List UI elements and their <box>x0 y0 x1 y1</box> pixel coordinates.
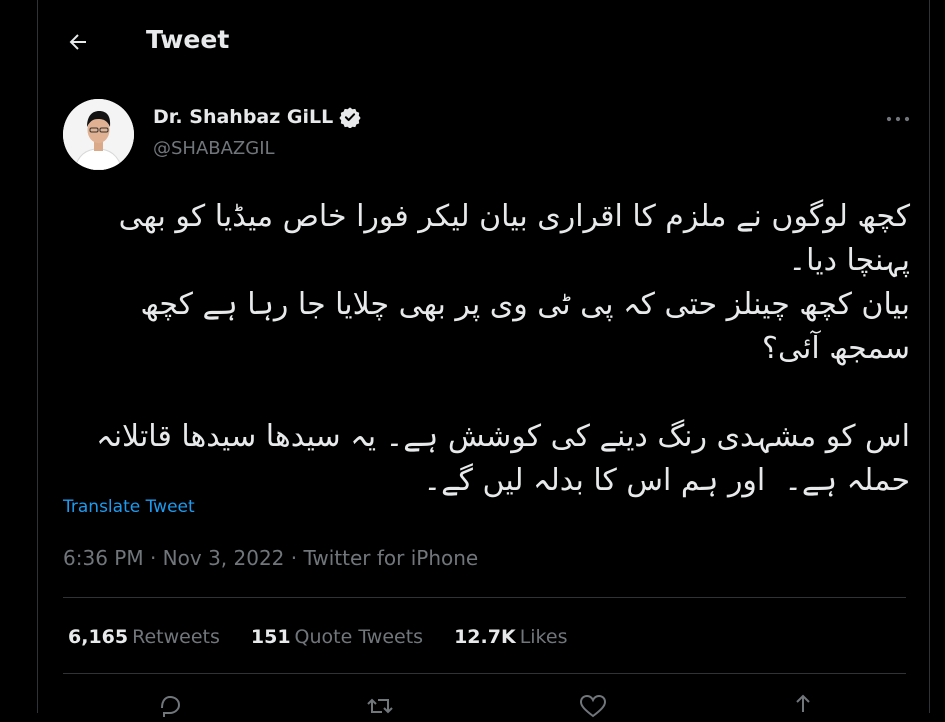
verified-badge-icon <box>339 107 361 128</box>
more-horizontal-icon <box>886 116 910 122</box>
author-name[interactable]: Dr. Shahbaz GiLL <box>153 106 361 128</box>
quote-tweets-label: Quote Tweets <box>294 626 424 648</box>
page-title: Tweet <box>146 25 230 54</box>
tweet-stats: 6,165 Retweets 151 Quote Tweets 12.7K Likes <box>68 626 567 648</box>
tweet-header: Tweet <box>38 0 929 86</box>
retweets-count: 6,165 <box>68 626 129 648</box>
share-icon <box>796 694 810 712</box>
meta-separator: · <box>284 546 304 570</box>
retweet-button[interactable] <box>360 690 400 718</box>
tweet-source[interactable]: Twitter for iPhone <box>303 546 478 570</box>
quote-tweets-stat[interactable]: 151 Quote Tweets <box>251 626 423 648</box>
divider <box>63 597 906 598</box>
reply-button[interactable] <box>150 690 190 718</box>
retweets-label: Retweets <box>132 626 220 648</box>
tweet-time[interactable]: 6:36 PM <box>63 546 144 570</box>
meta-separator: · <box>143 546 163 570</box>
avatar[interactable] <box>63 99 134 170</box>
quote-tweets-count: 151 <box>250 626 291 648</box>
retweets-stat[interactable]: 6,165 Retweets <box>68 626 220 648</box>
likes-stat[interactable]: 12.7K Likes <box>454 626 567 648</box>
tweet-timestamp: 6:36 PM · Nov 3, 2022 · Twitter for iPho… <box>63 546 478 570</box>
tweet-detail-column: Tweet Dr. Shahbaz GiLL @SHABAZGIL کچھ لو… <box>37 0 930 718</box>
like-button[interactable] <box>573 690 613 718</box>
author-name-text: Dr. Shahbaz GiLL <box>153 106 334 128</box>
more-options-button[interactable] <box>883 104 913 134</box>
author-handle[interactable]: @SHABAZGIL <box>153 138 275 159</box>
share-button[interactable] <box>783 690 823 718</box>
translate-tweet-link[interactable]: Translate Tweet <box>63 497 195 517</box>
retweet-icon <box>367 698 393 714</box>
likes-count: 12.7K <box>454 626 516 648</box>
tweet-date[interactable]: Nov 3, 2022 <box>163 546 285 570</box>
tweet-actions <box>38 690 929 718</box>
avatar-image <box>63 99 134 170</box>
divider <box>63 673 906 674</box>
tweet-text: کچھ لوگوں نے ملزم کا اقراری بیان لیکر فو… <box>96 199 910 498</box>
likes-label: Likes <box>519 626 568 648</box>
reply-icon <box>161 695 181 717</box>
heart-icon <box>579 694 607 718</box>
arrow-left-icon <box>69 34 86 50</box>
back-button[interactable] <box>60 24 96 60</box>
